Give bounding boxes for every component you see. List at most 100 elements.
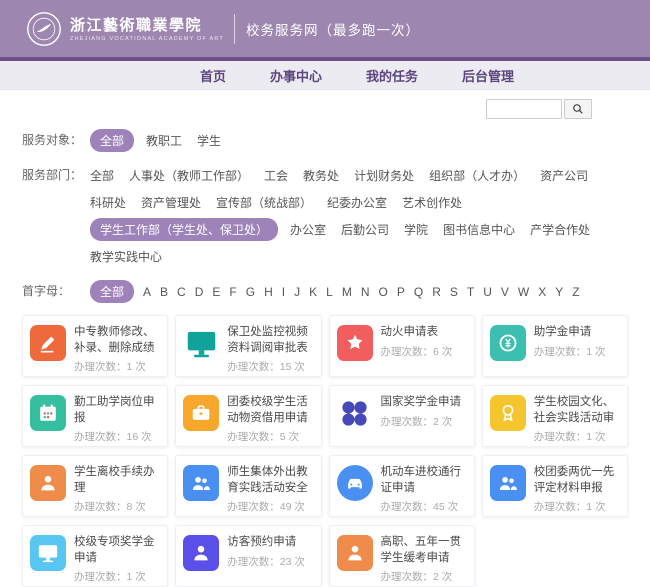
filter-option[interactable]: K (309, 282, 317, 302)
filter-option[interactable]: 艺术创作处 (402, 191, 462, 214)
filter-option[interactable]: 全部 (90, 129, 134, 152)
filter-option[interactable]: C (177, 282, 186, 302)
filter-row-initial: 首字母：全部 ABCDEFGHIJKLMNOPQRSTUVWXYZ (22, 274, 628, 309)
card-title: 访客预约申请 (227, 535, 305, 551)
filter-option[interactable]: G (246, 282, 255, 302)
service-card[interactable]: 校团委两优一先评定材料申报办理次数：1 次 (482, 455, 628, 517)
filter-option[interactable]: D (195, 282, 204, 302)
filter-option[interactable]: 科研处 (90, 191, 126, 214)
filter-option[interactable]: 学院 (404, 218, 428, 241)
card-count: 办理次数：15 次 (227, 359, 313, 374)
filter-option[interactable]: L (326, 282, 333, 302)
filter-option[interactable]: 教务处 (303, 164, 339, 187)
monitor-icon (183, 325, 219, 361)
service-card[interactable]: 团委校级学生活动物资借用申请办理次数：5 次 (175, 385, 321, 447)
service-card[interactable]: 中专教师修改、补录、删除成绩申请办理次数：1 次 (22, 315, 168, 377)
card-title: 高职、五年一贯学生缓考申请 (381, 535, 467, 566)
main-content: 服务对象：全部教职工学生服务部门：全部人事处（教师工作部）工会教务处计划财务处组… (0, 90, 650, 587)
school-brand: 浙江藝術職業學院 ZHEJIANG VOCATIONAL ACADEMY OF … (26, 11, 224, 47)
briefcase-icon (183, 395, 219, 431)
card-title: 学生离校手续办理 (74, 465, 160, 496)
clover-icon (337, 395, 373, 431)
monitor-icon (30, 535, 66, 571)
card-title: 学生校园文化、社会实践活动审批备案 (534, 395, 620, 426)
service-card[interactable]: 动火申请表办理次数：6 次 (329, 315, 475, 377)
filter-option[interactable]: E (212, 282, 220, 302)
filter-option[interactable]: 办公室 (290, 218, 326, 241)
filter-option[interactable]: Y (555, 282, 563, 302)
filter-option[interactable]: B (160, 282, 168, 302)
filter-option[interactable]: 教学实践中心 (90, 245, 162, 268)
filter-option[interactable]: N (361, 282, 370, 302)
filter-option[interactable]: A (143, 282, 151, 302)
nav-item-2[interactable]: 办事中心 (270, 66, 322, 85)
filter-option[interactable]: V (501, 282, 509, 302)
pen-icon (30, 325, 66, 361)
filter-option[interactable]: 工会 (264, 164, 288, 187)
filter-option[interactable]: O (378, 282, 387, 302)
filter-option[interactable]: P (397, 282, 405, 302)
filter-option[interactable]: I (282, 282, 285, 302)
service-card[interactable]: 保卫处监控视频资料调阅审批表办理次数：15 次 (175, 315, 321, 377)
filter-option[interactable]: 人事处（教师工作部） (129, 164, 249, 187)
filter-option[interactable]: M (342, 282, 352, 302)
filter-option[interactable]: 组织部（人才办） (429, 164, 525, 187)
service-card[interactable]: 校级专项奖学金申请办理次数：1 次 (22, 525, 168, 587)
filter-option[interactable]: 学生 (197, 129, 221, 152)
filter-option[interactable]: 资产公司 (540, 164, 588, 187)
filter-option[interactable]: 学生工作部（学生处、保卫处） (90, 218, 278, 241)
filter-option[interactable]: X (538, 282, 546, 302)
filter-section: 服务对象：全部教职工学生服务部门：全部人事处（教师工作部）工会教务处计划财务处组… (22, 123, 628, 309)
filter-option[interactable]: J (294, 282, 300, 302)
card-count: 办理次数：2 次 (381, 414, 462, 429)
card-count: 办理次数：16 次 (74, 429, 160, 444)
service-card[interactable]: 学生校园文化、社会实践活动审批备案办理次数：1 次 (482, 385, 628, 447)
card-title: 校级专项奖学金申请 (74, 535, 160, 566)
filter-option[interactable]: S (450, 282, 458, 302)
service-card[interactable]: 访客预约申请办理次数：23 次 (175, 525, 321, 587)
card-count: 办理次数：6 次 (381, 344, 453, 359)
card-title: 助学金申请 (534, 325, 606, 341)
service-card[interactable]: 学生离校手续办理办理次数：8 次 (22, 455, 168, 517)
filter-option[interactable]: 后勤公司 (341, 218, 389, 241)
filter-row-dept: 服务部门：全部人事处（教师工作部） 工会教务处计划财务处组织部（人才办） 资产公司科… (22, 158, 628, 274)
search-input[interactable] (486, 99, 562, 119)
filter-option[interactable]: R (432, 282, 441, 302)
search-button[interactable] (564, 99, 592, 119)
filter-option[interactable]: T (467, 282, 474, 302)
service-card[interactable]: 高职、五年一贯学生缓考申请办理次数：2 次 (329, 525, 475, 587)
filter-option[interactable]: Q (414, 282, 423, 302)
card-count: 办理次数：8 次 (74, 499, 160, 514)
nav-item-1[interactable]: 首页 (200, 66, 226, 85)
search-bar (22, 99, 628, 119)
service-card[interactable]: 助学金申请办理次数：1 次 (482, 315, 628, 377)
filter-option[interactable]: 资产管理处 (141, 191, 201, 214)
filter-option[interactable]: Z (572, 282, 579, 302)
filter-option[interactable]: U (483, 282, 492, 302)
filter-option[interactable]: 计划财务处 (354, 164, 414, 187)
filter-label: 首字母： (22, 278, 90, 299)
card-title: 勤工助学岗位申报 (74, 395, 160, 426)
card-count: 办理次数：5 次 (227, 429, 313, 444)
filter-option[interactable]: H (264, 282, 273, 302)
filter-option[interactable]: 纪委办公室 (327, 191, 387, 214)
filter-option[interactable]: 教职工 (146, 129, 182, 152)
search-icon (572, 103, 584, 115)
nav-item-4[interactable]: 后台管理 (462, 66, 514, 85)
filter-option[interactable]: F (229, 282, 236, 302)
nav-item-3[interactable]: 我的任务 (366, 66, 418, 85)
filter-option[interactable]: W (518, 282, 529, 302)
filter-label: 服务部门： (22, 162, 90, 183)
filter-option[interactable]: 产学合作处 (530, 218, 590, 241)
card-title: 保卫处监控视频资料调阅审批表 (227, 325, 313, 356)
service-card[interactable]: 机动车进校通行证申请办理次数：45 次 (329, 455, 475, 517)
filter-option[interactable]: 宣传部（统战部） (216, 191, 312, 214)
service-card[interactable]: 勤工助学岗位申报办理次数：16 次 (22, 385, 168, 447)
filter-option[interactable]: 图书信息中心 (443, 218, 515, 241)
site-title: 校务服务网（最多跑一次） (246, 19, 420, 39)
filter-option[interactable]: 全部 (90, 164, 114, 187)
medal-icon (490, 395, 526, 431)
service-card[interactable]: 国家奖学金申请办理次数：2 次 (329, 385, 475, 447)
filter-option[interactable]: 全部 (90, 280, 134, 303)
service-card[interactable]: 师生集体外出教育实践活动安全审批办理次数：49 次 (175, 455, 321, 517)
